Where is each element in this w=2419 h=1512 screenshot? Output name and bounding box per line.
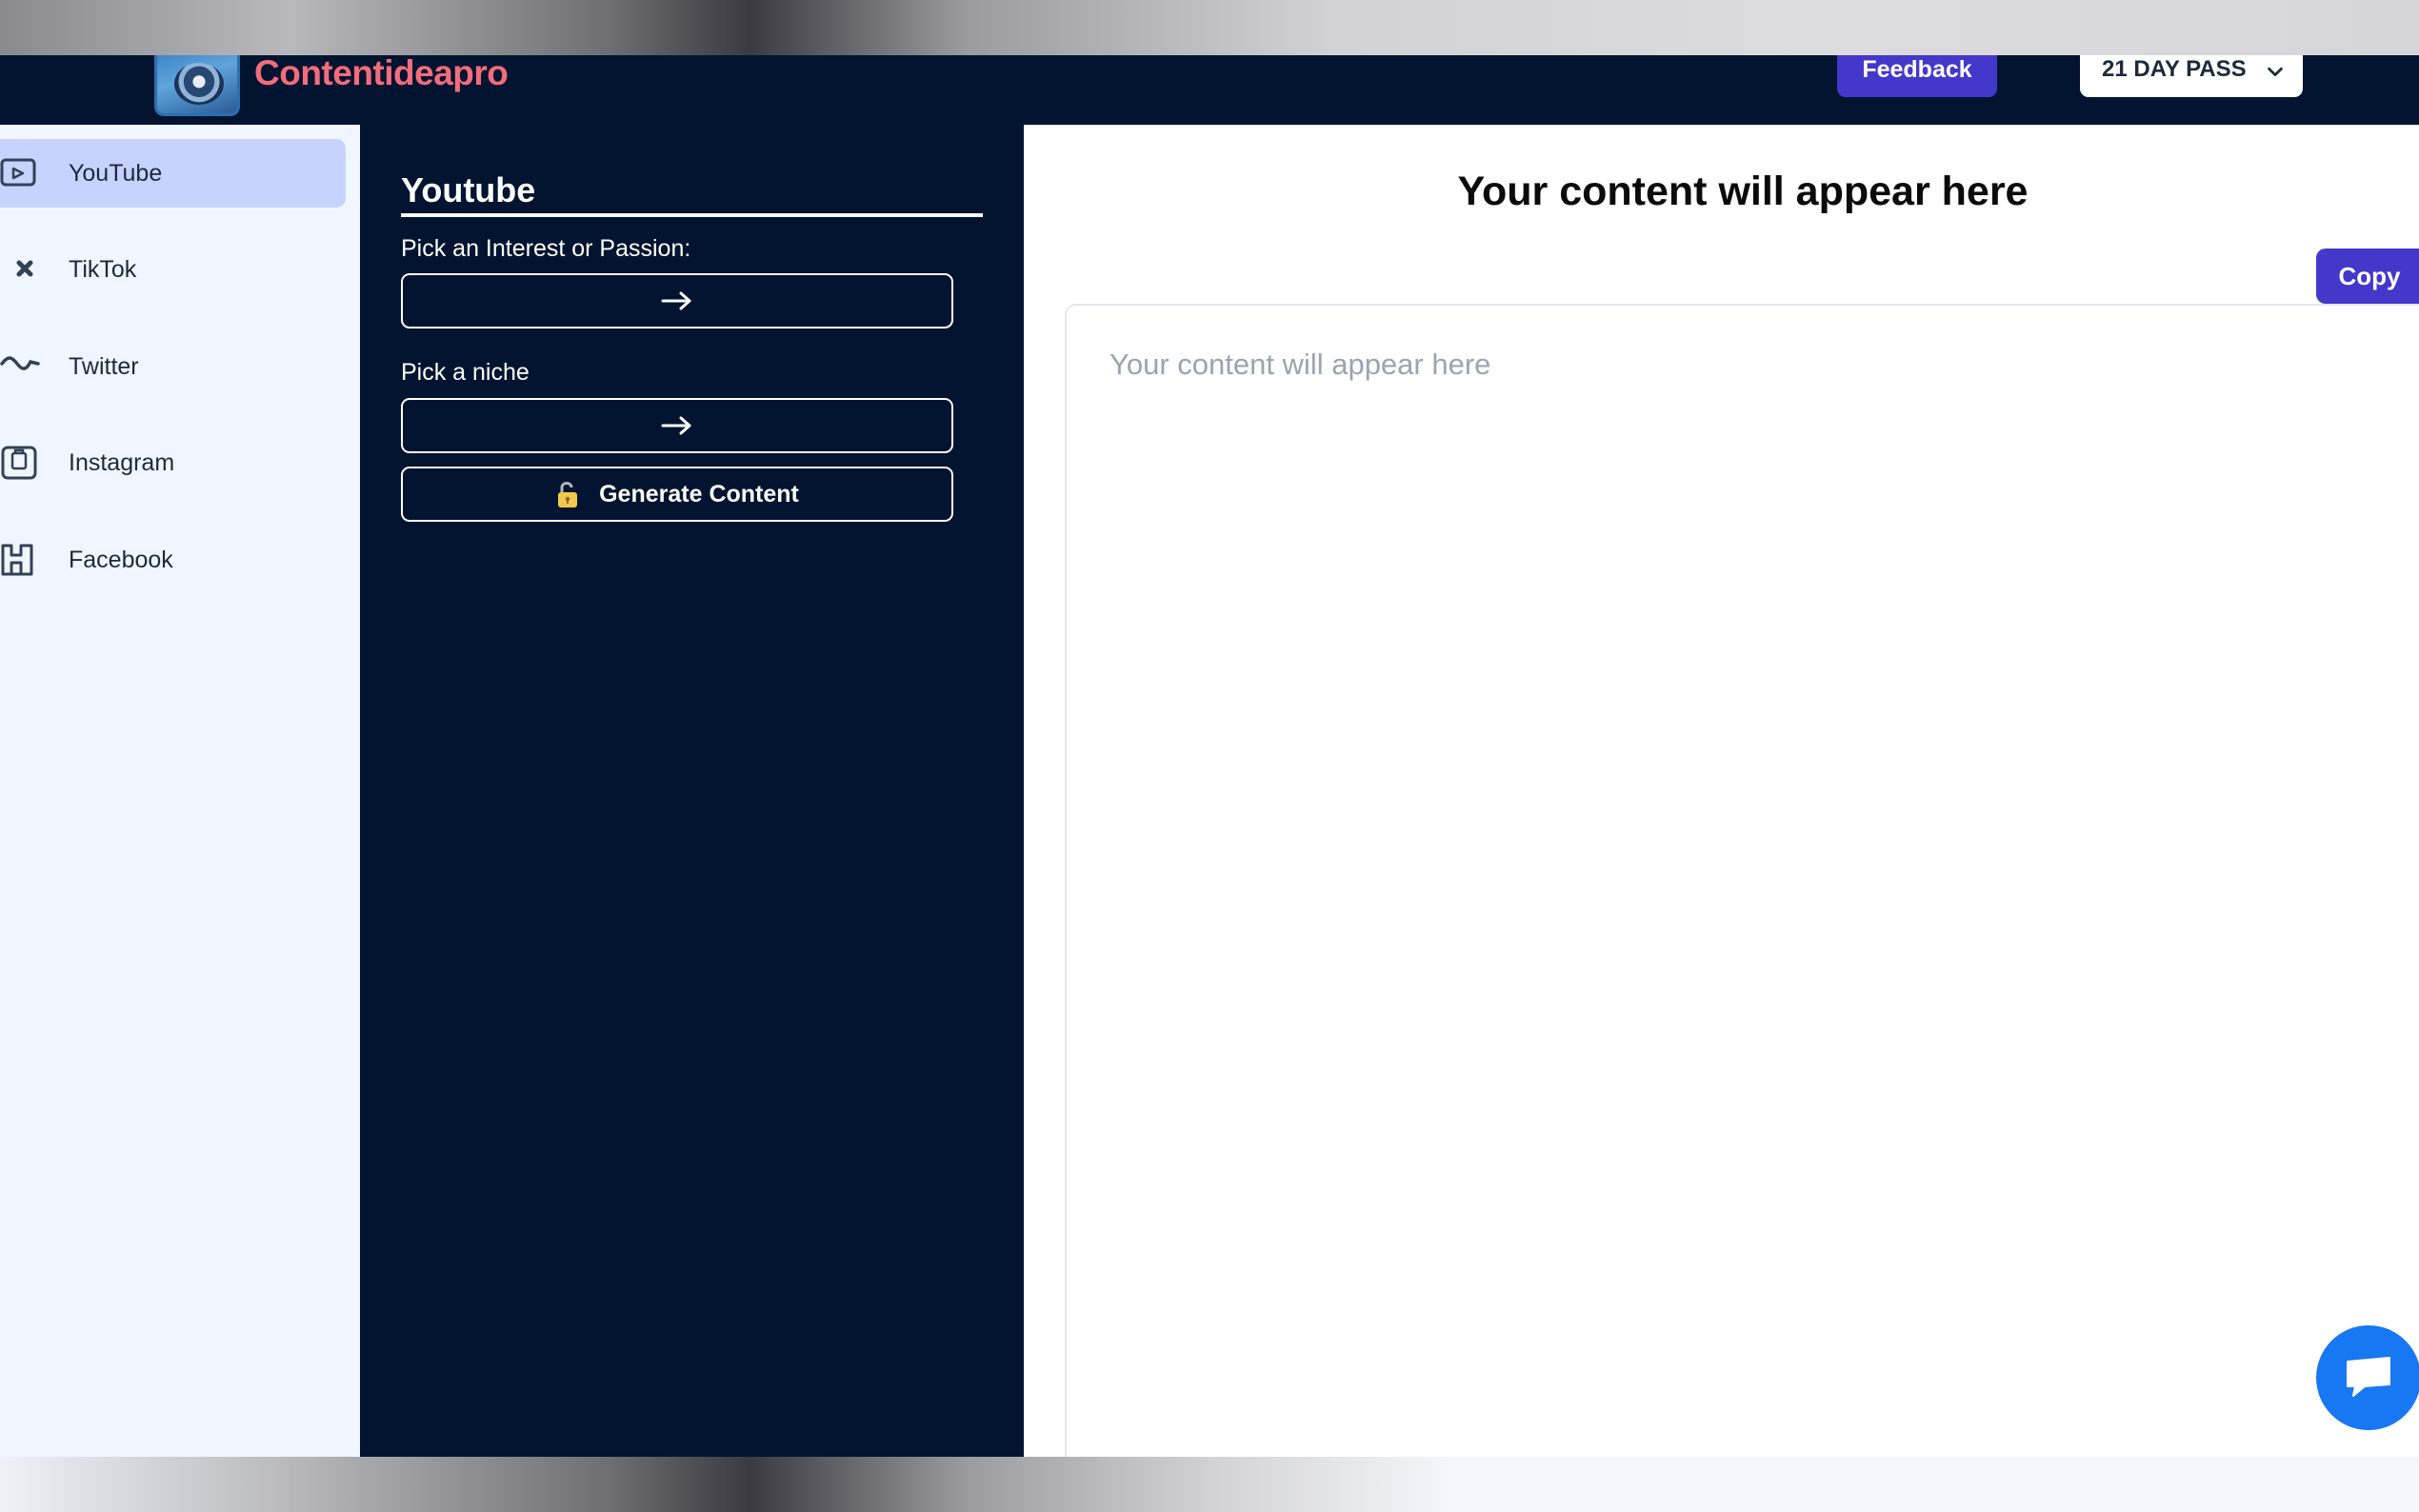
logo-disc-icon: [174, 63, 224, 105]
sidebar-item-label: YouTube: [69, 159, 163, 187]
screen-top-edge: [0, 0, 2419, 55]
output-textarea[interactable]: Your content will appear here: [1065, 304, 2419, 1475]
niche-label: Pick a niche: [401, 359, 530, 386]
facebook-icon: [0, 539, 42, 581]
twitter-icon: [0, 346, 42, 388]
pass-dropdown-label: 21 DAY PASS: [2102, 56, 2247, 82]
instagram-icon: [0, 442, 42, 484]
arrow-right-icon: [661, 291, 691, 310]
app-logo[interactable]: [154, 55, 240, 116]
arrow-right-icon: [661, 416, 691, 435]
sidebar-item-tiktok[interactable]: TikTok: [0, 235, 346, 304]
sidebar-item-label: Facebook: [69, 546, 173, 573]
sidebar-item-twitter[interactable]: Twitter: [0, 332, 346, 401]
generate-content-button[interactable]: Generate Content: [401, 467, 953, 522]
generator-panel: Youtube Pick an Interest or Passion: Pic…: [360, 125, 1024, 1457]
feedback-button[interactable]: Feedback: [1837, 55, 1997, 97]
sidebar-item-instagram[interactable]: Instagram: [0, 428, 346, 497]
interest-label: Pick an Interest or Passion:: [401, 235, 691, 262]
chat-icon: [2347, 1357, 2390, 1397]
youtube-icon: [0, 152, 42, 194]
panel-title: Youtube: [401, 170, 983, 217]
output-title: Your content will appear here: [1457, 169, 2029, 214]
screen-bottom-edge: [0, 1457, 2419, 1512]
generate-content-label: Generate Content: [599, 480, 799, 507]
copy-button[interactable]: Copy: [2316, 249, 2419, 304]
chat-widget-button[interactable]: [2316, 1325, 2419, 1430]
output-area: Your content will appear here Copy Your …: [1024, 125, 2419, 1475]
sidebar: YouTube TikTok Twitter Instagram Faceboo…: [0, 125, 360, 1457]
top-navbar: Contentideapro Feedback 21 DAY PASS: [0, 55, 2419, 125]
brand-name[interactable]: Contentideapro: [254, 55, 509, 90]
sidebar-item-facebook[interactable]: Facebook: [0, 526, 346, 594]
tiktok-icon: [0, 249, 42, 290]
sidebar-item-youtube[interactable]: YouTube: [0, 139, 346, 208]
pass-dropdown[interactable]: 21 DAY PASS: [2080, 55, 2303, 97]
chevron-down-icon: [2268, 67, 2283, 77]
interest-picker-button[interactable]: [401, 273, 953, 328]
sidebar-item-label: Instagram: [69, 448, 175, 476]
output-placeholder: Your content will appear here: [1110, 348, 1491, 381]
niche-picker-button[interactable]: [401, 398, 953, 453]
sidebar-item-label: Twitter: [69, 352, 139, 380]
unlock-icon: [558, 482, 578, 507]
sidebar-item-label: TikTok: [69, 255, 137, 283]
